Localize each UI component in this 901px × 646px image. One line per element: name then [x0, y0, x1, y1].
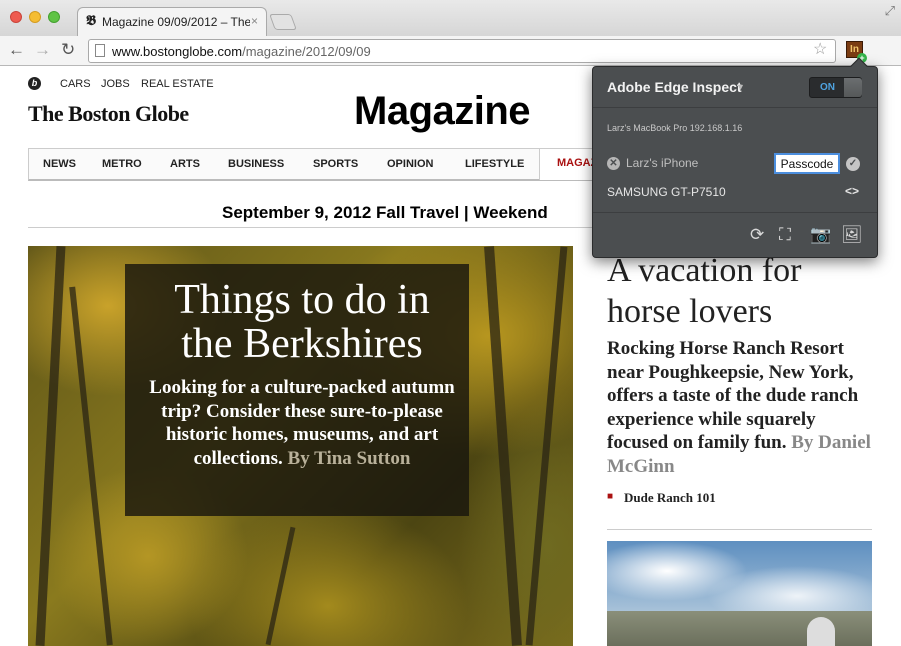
- nav-sports[interactable]: SPORTS: [313, 158, 358, 170]
- url-host: www.bostonglobe.com: [112, 44, 243, 59]
- hero-story-image[interactable]: Things to do in the Berkshires Looking f…: [28, 246, 573, 646]
- url-path: /magazine/2012/09/09: [242, 44, 371, 59]
- site-brand-logo[interactable]: The Boston Globe: [28, 101, 189, 127]
- toggle-knob: [844, 78, 862, 97]
- device-name-iphone: Larz's iPhone: [626, 156, 699, 170]
- divider: [593, 212, 877, 213]
- camera-icon[interactable]: 📷: [810, 225, 831, 245]
- toggle-label: ON: [820, 82, 835, 93]
- toplink-jobs[interactable]: JOBS: [101, 78, 130, 90]
- hero-byline: By Tina Sutton: [287, 447, 411, 469]
- right-story-dek: Rocking Horse Ranch Resort near Poughkee…: [607, 337, 877, 478]
- section-title: Magazine: [354, 89, 531, 133]
- tab-close-icon[interactable]: ×: [251, 14, 258, 28]
- right-story-headline[interactable]: A vacation for horse lovers: [607, 250, 877, 332]
- nav-arts[interactable]: ARTS: [170, 158, 200, 170]
- nav-metro[interactable]: METRO: [102, 158, 142, 170]
- bullet-icon: ■: [607, 491, 614, 502]
- nav-business[interactable]: BUSINESS: [228, 158, 284, 170]
- photo-building: [807, 617, 835, 646]
- divider: [593, 107, 877, 108]
- nav-news[interactable]: NEWS: [43, 158, 76, 170]
- star-icon[interactable]: ☆: [813, 39, 827, 59]
- fullscreen-icon[interactable]: ⤢: [885, 3, 895, 19]
- fullscreen-icon[interactable]: ⛶: [779, 225, 791, 245]
- nav-opinion[interactable]: OPINION: [387, 158, 433, 170]
- new-tab-button[interactable]: [269, 14, 297, 30]
- hero-dek: Looking for a culture-packed autumn trip…: [143, 376, 461, 470]
- related-link-dude-ranch[interactable]: Dude Ranch 101: [624, 490, 716, 506]
- passcode-field[interactable]: [774, 153, 840, 174]
- issue-dateline: September 9, 2012 Fall Travel | Weekend: [222, 203, 548, 222]
- back-arrow-icon[interactable]: ←: [8, 41, 25, 59]
- nav-lifestyle[interactable]: LIFESTYLE: [465, 158, 524, 170]
- remove-device-icon[interactable]: ✕: [607, 157, 620, 170]
- divider: [607, 529, 872, 530]
- remote-inspect-code-icon[interactable]: <>: [845, 184, 859, 198]
- address-bar[interactable]: www.bostonglobe.com/magazine/2012/09/09: [88, 39, 836, 63]
- tab-title: Magazine 09/09/2012 – The: [102, 15, 250, 29]
- hero-caption-box: Things to do in the Berkshires Looking f…: [125, 264, 469, 516]
- hero-headline[interactable]: Things to do in the Berkshires: [147, 278, 457, 366]
- reload-icon[interactable]: ↻: [61, 41, 75, 59]
- inspect-on-off-toggle[interactable]: ON: [809, 77, 862, 98]
- image-icon[interactable]: 🖼: [841, 225, 863, 245]
- zoom-window-button[interactable]: [48, 11, 60, 23]
- browser-window: 𝕭 Magazine 09/09/2012 – The × ⤢ ← → ↻ ww…: [0, 0, 901, 646]
- confirm-check-icon[interactable]: ✓: [846, 157, 860, 171]
- bg-logo-icon[interactable]: b: [28, 77, 41, 90]
- host-info: Larz's MacBook Pro 192.168.1.16: [607, 123, 743, 133]
- close-window-button[interactable]: [10, 11, 22, 23]
- url-text[interactable]: www.bostonglobe.com/magazine/2012/09/09: [112, 44, 371, 59]
- page-icon: [95, 44, 105, 57]
- forward-arrow-icon[interactable]: →: [34, 41, 51, 59]
- chevron-down-icon[interactable]: ▼: [736, 82, 745, 92]
- minimize-window-button[interactable]: [29, 11, 41, 23]
- browser-toolbar: ← → ↻ www.bostonglobe.com/magazine/2012/…: [0, 36, 901, 95]
- toplink-real-estate[interactable]: REAL ESTATE: [141, 78, 214, 90]
- browser-tab[interactable]: 𝕭 Magazine 09/09/2012 – The ×: [77, 7, 267, 36]
- right-story-photo[interactable]: [607, 541, 872, 646]
- main-nav: NEWS METRO ARTS BUSINESS SPORTS OPINION …: [28, 148, 629, 181]
- edge-inspect-popup: Adobe Edge Inspect ▼ ON Larz's MacBook P…: [592, 57, 878, 258]
- device-name-samsung[interactable]: SAMSUNG GT-P7510: [607, 185, 726, 199]
- title-bar: 𝕭 Magazine 09/09/2012 – The × ⤢: [0, 0, 901, 36]
- boston-globe-favicon-icon: 𝕭: [86, 14, 96, 29]
- toplink-cars[interactable]: CARS: [60, 78, 91, 90]
- refresh-icon[interactable]: ⟳: [750, 225, 764, 245]
- popup-title[interactable]: Adobe Edge Inspect: [607, 79, 742, 95]
